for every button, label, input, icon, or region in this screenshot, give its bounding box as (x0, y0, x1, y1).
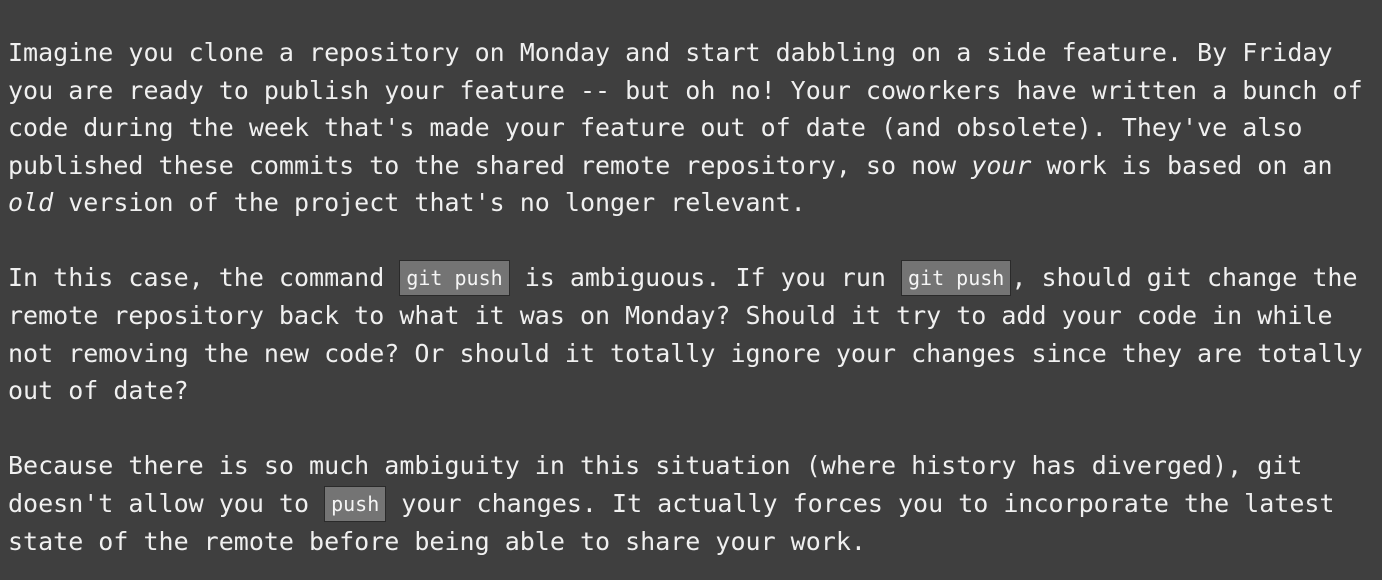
emphasis-old: old (8, 188, 54, 217)
paragraph-text: In this case, the command (8, 263, 400, 292)
inline-code-push: push (324, 485, 387, 522)
article-body: Imagine you clone a repository on Monday… (8, 34, 1382, 560)
paragraph-text: is ambiguous. If you run (509, 263, 902, 292)
paragraph-text: work is based on an (1031, 150, 1333, 180)
paragraph-push-blocked: Because there is so much ambiguity in th… (8, 447, 1382, 560)
paragraph-ambiguous-push: In this case, the command git push is am… (8, 259, 1382, 410)
inline-code-git-push: git push (901, 260, 1012, 296)
emphasis-your: your (971, 150, 1032, 180)
inline-code-git-push: git push (399, 260, 510, 296)
paragraph-diverged-history: Imagine you clone a repository on Monday… (8, 34, 1382, 222)
paragraph-text: version of the project that's no longer … (53, 188, 806, 217)
